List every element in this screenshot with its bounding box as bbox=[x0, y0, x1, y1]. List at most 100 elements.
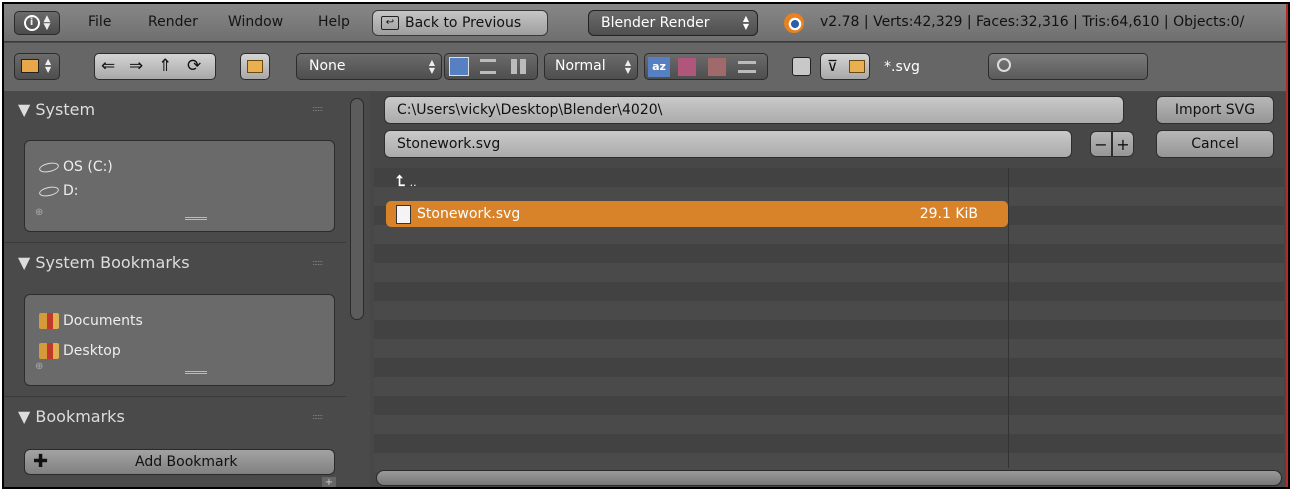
add-icon[interactable]: ⊕ bbox=[35, 207, 43, 218]
file-area: C:\Users\vicky\Desktop\Blender\4020\ Imp… bbox=[370, 92, 1288, 487]
filter-folder-icon[interactable] bbox=[849, 60, 865, 73]
sort-buttons-group: az bbox=[644, 53, 768, 80]
list-stripe bbox=[374, 168, 1284, 187]
system-panel-header[interactable]: ▼ System bbox=[18, 100, 95, 119]
parent-arrow-icon: ⮤ bbox=[396, 172, 405, 190]
filter-funnel-icon[interactable]: ⊽ bbox=[827, 57, 838, 75]
add-icon[interactable]: ⊕ bbox=[35, 361, 43, 372]
file-row-selected[interactable]: Stonework.svg 29.1 KiB bbox=[386, 201, 1008, 227]
file-browser-icon bbox=[21, 59, 39, 73]
resize-handle-icon[interactable] bbox=[185, 217, 207, 220]
bookmark-documents[interactable]: Documents bbox=[39, 313, 143, 329]
list-stripe bbox=[374, 244, 1284, 263]
minus-icon: − bbox=[1094, 134, 1108, 154]
recent-dirs-select[interactable]: None ▲ ▼ bbox=[296, 53, 442, 80]
search-field[interactable] bbox=[988, 53, 1148, 80]
long-list-icon[interactable] bbox=[480, 59, 496, 74]
sort-mode-value: Normal bbox=[555, 58, 606, 74]
sort-mode-select[interactable]: Normal ▲ ▼ bbox=[544, 53, 638, 80]
editor-type-selector[interactable]: ▲ ▼ bbox=[14, 53, 60, 80]
divider bbox=[4, 242, 346, 243]
filename-field[interactable]: Stonework.svg bbox=[384, 130, 1072, 158]
file-browser-window: i ▲ ▼ File Render Window Help ↩ Back to P… bbox=[2, 2, 1290, 489]
sort-time-icon[interactable] bbox=[708, 58, 726, 76]
render-engine-select[interactable]: Blender Render ▲ ▼ bbox=[588, 10, 758, 36]
menu-render[interactable]: Render bbox=[148, 14, 198, 30]
plus-icon: + bbox=[1116, 134, 1130, 154]
search-icon bbox=[997, 58, 1011, 72]
thumbnails-icon[interactable] bbox=[511, 59, 527, 74]
list-stripe bbox=[374, 282, 1284, 301]
editor-type-selector[interactable]: i ▲ ▼ bbox=[14, 11, 60, 35]
bookmark-desktop[interactable]: Desktop bbox=[39, 343, 121, 359]
menu-window[interactable]: Window bbox=[228, 14, 283, 30]
system-item-os[interactable]: OS (C:) bbox=[38, 159, 113, 175]
short-list-icon[interactable] bbox=[449, 57, 469, 76]
increment-button[interactable]: + bbox=[1112, 131, 1134, 157]
sort-alpha-icon[interactable]: az bbox=[648, 57, 670, 77]
navigation-buttons: ⇐ ⇒ ⇑ ⟳ bbox=[94, 53, 216, 80]
back-label: Back to Previous bbox=[405, 15, 522, 31]
updown-icon: ▲ ▼ bbox=[624, 58, 631, 75]
menu-help[interactable]: Help bbox=[318, 14, 350, 30]
list-stripe bbox=[374, 339, 1284, 358]
system-bookmarks-panel: Documents Desktop ⊕ bbox=[24, 294, 335, 386]
grip-icon[interactable]: :::::: bbox=[312, 258, 323, 267]
directory-path-field[interactable]: C:\Users\vicky\Desktop\Blender\4020\ bbox=[384, 96, 1124, 124]
file-name: Stonework.svg bbox=[417, 206, 521, 222]
forward-arrow-icon[interactable]: ⇒ bbox=[129, 56, 143, 76]
list-stripe bbox=[374, 358, 1284, 377]
resize-handle-icon[interactable] bbox=[185, 371, 207, 374]
parent-directory-row[interactable]: ⮤ .. bbox=[396, 172, 417, 190]
back-to-previous-button[interactable]: ↩ Back to Previous bbox=[372, 10, 548, 36]
list-stripe bbox=[374, 263, 1284, 282]
back-icon: ↩ bbox=[381, 16, 399, 30]
updown-icon: ▲ ▼ bbox=[43, 14, 51, 32]
bookmark-label: Desktop bbox=[63, 343, 121, 359]
updown-icon: ▲ ▼ bbox=[45, 57, 52, 74]
system-item-d[interactable]: D: bbox=[38, 183, 79, 199]
bookmark-folder-icon bbox=[39, 343, 59, 359]
add-bookmark-button[interactable]: ✚ Add Bookmark bbox=[24, 449, 335, 475]
list-stripe bbox=[374, 434, 1284, 453]
decrement-button[interactable]: − bbox=[1090, 131, 1112, 157]
plus-icon: ✚ bbox=[33, 451, 49, 472]
info-icon: i bbox=[23, 15, 40, 31]
cancel-button[interactable]: Cancel bbox=[1156, 130, 1274, 158]
refresh-icon[interactable]: ⟳ bbox=[187, 56, 201, 76]
grip-icon[interactable]: :::::: bbox=[312, 412, 323, 421]
cancel-label: Cancel bbox=[1191, 136, 1239, 152]
column-divider bbox=[1008, 168, 1009, 468]
parent-directory-icon[interactable]: ⇑ bbox=[158, 56, 172, 76]
display-mode-group bbox=[444, 53, 538, 80]
sort-size-icon[interactable] bbox=[738, 61, 756, 73]
horizontal-scrollbar[interactable] bbox=[376, 470, 1282, 486]
file-icon bbox=[396, 204, 411, 224]
divider bbox=[4, 396, 346, 397]
system-header-label: System bbox=[35, 100, 96, 119]
drive-icon bbox=[38, 160, 60, 174]
bookmarks-header[interactable]: ▼ Bookmarks bbox=[18, 407, 125, 426]
grip-icon[interactable]: :::::: bbox=[312, 104, 323, 113]
new-folder-button[interactable] bbox=[240, 53, 270, 80]
system-bookmarks-label: System Bookmarks bbox=[35, 253, 190, 272]
list-stripe bbox=[374, 225, 1284, 244]
menu-file[interactable]: File bbox=[88, 14, 111, 30]
bookmarks-label: Bookmarks bbox=[35, 407, 125, 426]
system-item-label: OS (C:) bbox=[63, 159, 113, 175]
new-folder-icon bbox=[247, 60, 263, 73]
directory-path-text: C:\Users\vicky\Desktop\Blender\4020\ bbox=[397, 102, 663, 118]
filter-glob-text[interactable]: *.svg bbox=[884, 59, 920, 75]
sidebar-scrollbar[interactable] bbox=[350, 98, 364, 320]
plus-icon[interactable]: + bbox=[322, 477, 336, 487]
system-bookmarks-header[interactable]: ▼ System Bookmarks bbox=[18, 253, 190, 272]
import-svg-button[interactable]: Import SVG bbox=[1156, 96, 1274, 124]
list-stripe bbox=[374, 415, 1284, 434]
sort-extension-icon[interactable] bbox=[678, 58, 696, 76]
file-browser-toolbar: ▲ ▼ ⇐ ⇒ ⇑ ⟳ None ▲ ▼ Normal ▲ ▼ az ⊽ *.s… bbox=[4, 43, 1288, 91]
top-menu-bar: i ▲ ▼ File Render Window Help ↩ Back to P… bbox=[4, 4, 1288, 42]
add-bookmark-label: Add Bookmark bbox=[135, 454, 238, 470]
hide-dot-files-toggle[interactable] bbox=[792, 57, 811, 76]
back-arrow-icon[interactable]: ⇐ bbox=[101, 56, 115, 76]
system-panel: OS (C:) D: ⊕ bbox=[24, 140, 335, 232]
